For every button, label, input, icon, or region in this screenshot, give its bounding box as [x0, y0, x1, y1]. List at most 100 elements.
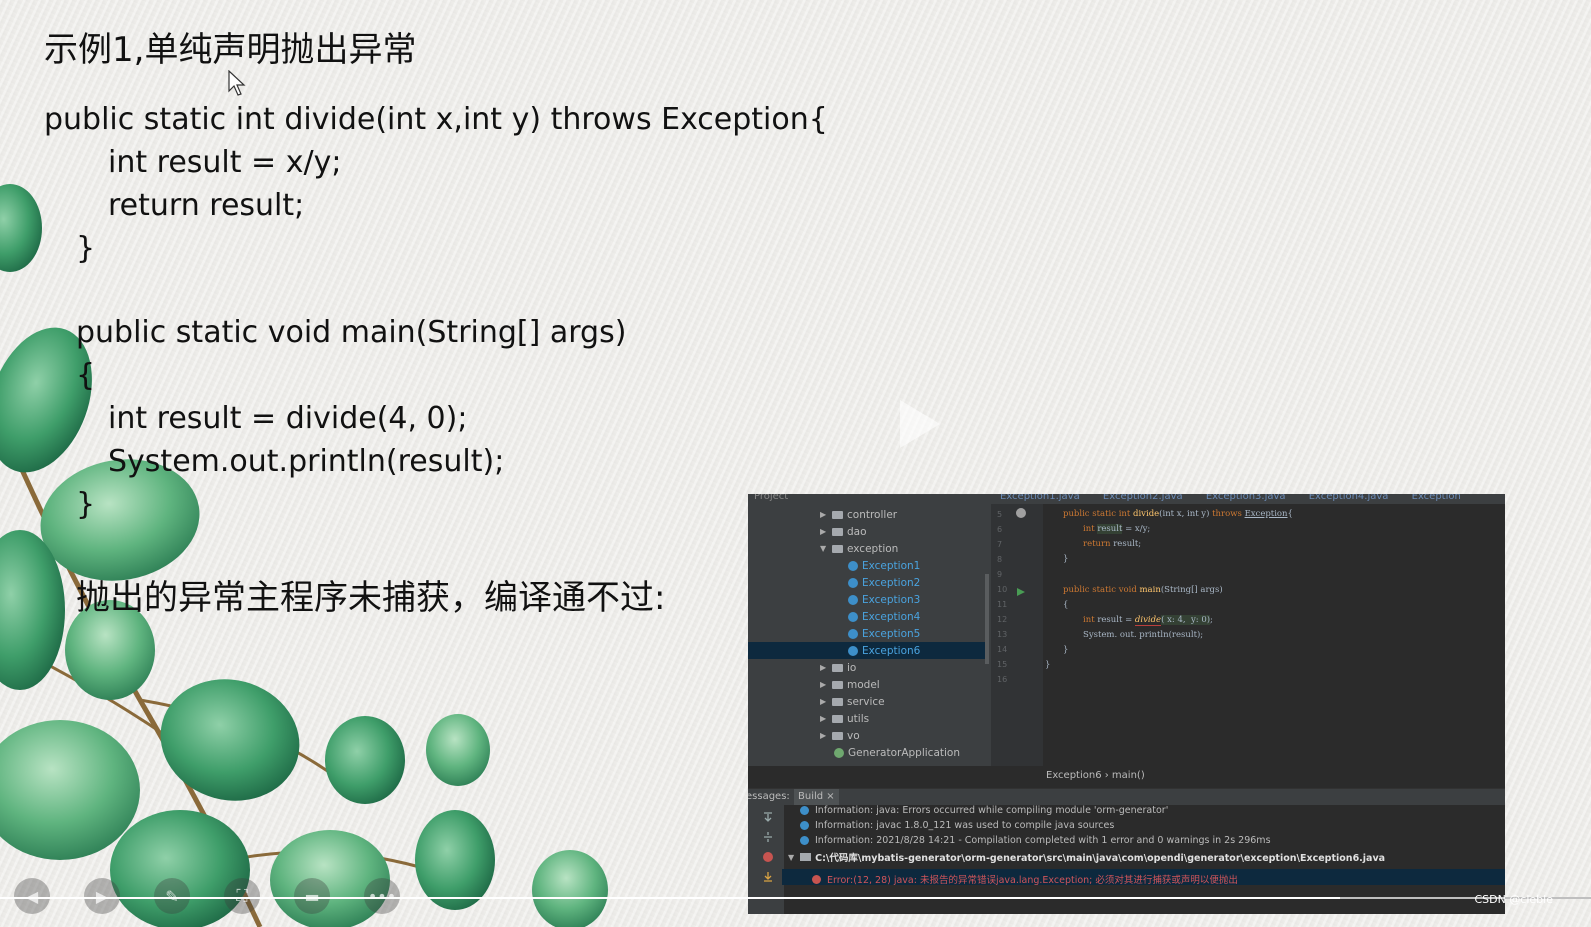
- class-icon: [834, 747, 844, 758]
- camera-icon: ▬: [304, 886, 320, 906]
- folder-icon: [832, 731, 843, 740]
- build-message: Information: java: Errors occurred while…: [800, 805, 1168, 816]
- chevron-right-icon: ▶: [820, 510, 827, 519]
- editor-line: }: [1045, 660, 1051, 670]
- chevron-down-icon: ▼: [788, 852, 795, 862]
- slide-title: 示例1,单纯声明抛出异常: [44, 30, 417, 70]
- editor-line: return result;: [1083, 539, 1142, 549]
- editor-line: }: [1063, 554, 1069, 564]
- line-number: 11: [997, 600, 1008, 609]
- export-icon[interactable]: [762, 871, 774, 883]
- chevron-right-icon: ▶: [820, 714, 827, 723]
- file-icon: [800, 853, 812, 861]
- run-icon[interactable]: [1016, 587, 1026, 597]
- editor-tabs: Exception1.java Exception2.java Exceptio…: [1000, 494, 1481, 502]
- tree-item-exception1[interactable]: Exception1: [848, 557, 920, 574]
- folder-icon: [832, 714, 843, 723]
- chevron-down-icon: ▼: [820, 544, 827, 553]
- editor-line: }: [1063, 645, 1069, 655]
- class-icon: [848, 577, 858, 588]
- line-number: 14: [997, 645, 1008, 654]
- error-filter-icon[interactable]: [762, 851, 774, 863]
- tree-item-model[interactable]: ▶ model: [820, 676, 880, 693]
- code-editor[interactable]: public static int divide(int x, int y) t…: [1043, 504, 1505, 788]
- record-button[interactable]: ▬: [294, 878, 330, 914]
- line-number: 13: [997, 630, 1008, 639]
- tree-item-exception3[interactable]: Exception3: [848, 591, 920, 608]
- tree-item-exception[interactable]: ▼ exception: [820, 540, 898, 557]
- error-message[interactable]: Error:(12, 28) java: 未报告的异常错误java.lang.E…: [812, 872, 1238, 886]
- chevron-right-icon: ▶: [820, 697, 827, 706]
- previous-button[interactable]: ◀: [14, 878, 50, 914]
- editor-line: {: [1063, 600, 1069, 610]
- line-number: 7: [997, 540, 1003, 549]
- tree-item-exception2[interactable]: Exception2: [848, 574, 920, 591]
- override-icon[interactable]: [1015, 507, 1027, 519]
- editor-line: int result = divide( x: 4, y: 0);: [1083, 615, 1213, 626]
- line-number: 9: [997, 570, 1003, 579]
- tab-exception1[interactable]: Exception1.java: [1000, 494, 1080, 502]
- tree-item-io[interactable]: ▶ io: [820, 659, 856, 676]
- code-line-6: {: [76, 358, 96, 393]
- tab-exception5[interactable]: Exception: [1412, 494, 1461, 502]
- project-label[interactable]: Project: [754, 494, 788, 502]
- folder-icon: [832, 544, 843, 553]
- slide-note: 抛出的异常主程序未捕获，编译通不过:: [76, 578, 666, 618]
- tree-item-exception5[interactable]: Exception5: [848, 625, 920, 642]
- tree-item-vo[interactable]: ▶ vo: [820, 727, 860, 744]
- editor-line: int result = x/y;: [1083, 524, 1151, 534]
- line-number: 5: [997, 510, 1003, 519]
- chevron-right-icon: ▶: [820, 680, 827, 689]
- editor-gutter: 5 6 7 8 9 10 11 12 13 14 15 16: [991, 504, 1058, 788]
- tree-item-controller[interactable]: ▶ controller: [820, 506, 897, 523]
- code-line-1: public static int divide(int x,int y) th…: [44, 102, 828, 137]
- more-icon: •••: [367, 886, 397, 906]
- tab-build[interactable]: Build ×: [794, 789, 839, 805]
- line-number: 16: [997, 675, 1008, 684]
- tree-item-exception4[interactable]: Exception4: [848, 608, 920, 625]
- tree-item-exception6[interactable]: Exception6: [748, 642, 985, 659]
- editor-line: public static int divide(int x, int y) t…: [1063, 509, 1293, 519]
- play-overlay-icon[interactable]: [898, 398, 942, 450]
- breadcrumb[interactable]: Exception6 › main(): [1046, 770, 1145, 781]
- code-line-7: int result = divide(4, 0);: [108, 401, 468, 436]
- tree-item-service[interactable]: ▶ service: [820, 693, 885, 710]
- line-number: 12: [997, 615, 1008, 624]
- previous-icon: ◀: [25, 886, 39, 906]
- line-number: 6: [997, 525, 1003, 534]
- collapse-all-icon[interactable]: [762, 831, 774, 843]
- play-button[interactable]: ▶: [84, 878, 120, 914]
- edit-button[interactable]: ✎: [154, 878, 190, 914]
- error-file-path[interactable]: ▼ C:\代码库\mybatis-generator\orm-generator\…: [788, 850, 1385, 865]
- folder-icon: [832, 697, 843, 706]
- tree-item-dao[interactable]: ▶ dao: [820, 523, 867, 540]
- messages-panel: essages: Build × Information: java: Erro…: [748, 788, 1505, 914]
- tree-item-generator-application[interactable]: GeneratorApplication: [834, 744, 960, 761]
- line-number: 10: [997, 585, 1008, 594]
- slide: 示例1,单纯声明抛出异常 public static int divide(in…: [0, 0, 1591, 927]
- progress-fill[interactable]: [0, 897, 1340, 899]
- play-icon: ▶: [95, 886, 109, 906]
- mouse-cursor-icon: [228, 70, 246, 96]
- code-line-4: }: [76, 231, 96, 266]
- editor-line: public static void main(String[] args): [1063, 585, 1223, 595]
- chevron-right-icon: ▶: [820, 663, 827, 672]
- screenshot-button[interactable]: ⛶: [224, 878, 260, 914]
- tab-exception4[interactable]: Exception4.java: [1309, 494, 1389, 502]
- build-message: Information: 2021/8/28 14:21 - Compilati…: [800, 835, 1271, 846]
- info-icon: [800, 821, 809, 830]
- tab-exception3[interactable]: Exception3.java: [1206, 494, 1286, 502]
- expand-all-icon[interactable]: [762, 811, 774, 823]
- chevron-right-icon: ▶: [820, 527, 827, 536]
- pencil-icon: ✎: [165, 886, 179, 906]
- watermark: CSDN @cleble: [1474, 893, 1553, 906]
- folder-icon: [832, 680, 843, 689]
- screenshot-icon: ⛶: [236, 886, 248, 905]
- tree-scrollbar[interactable]: [985, 574, 989, 664]
- messages-label: essages:: [748, 791, 790, 802]
- tree-item-utils[interactable]: ▶ utils: [820, 710, 869, 727]
- info-icon: [800, 806, 809, 815]
- more-button[interactable]: •••: [364, 878, 400, 914]
- tab-exception2[interactable]: Exception2.java: [1103, 494, 1183, 502]
- line-number: 8: [997, 555, 1003, 564]
